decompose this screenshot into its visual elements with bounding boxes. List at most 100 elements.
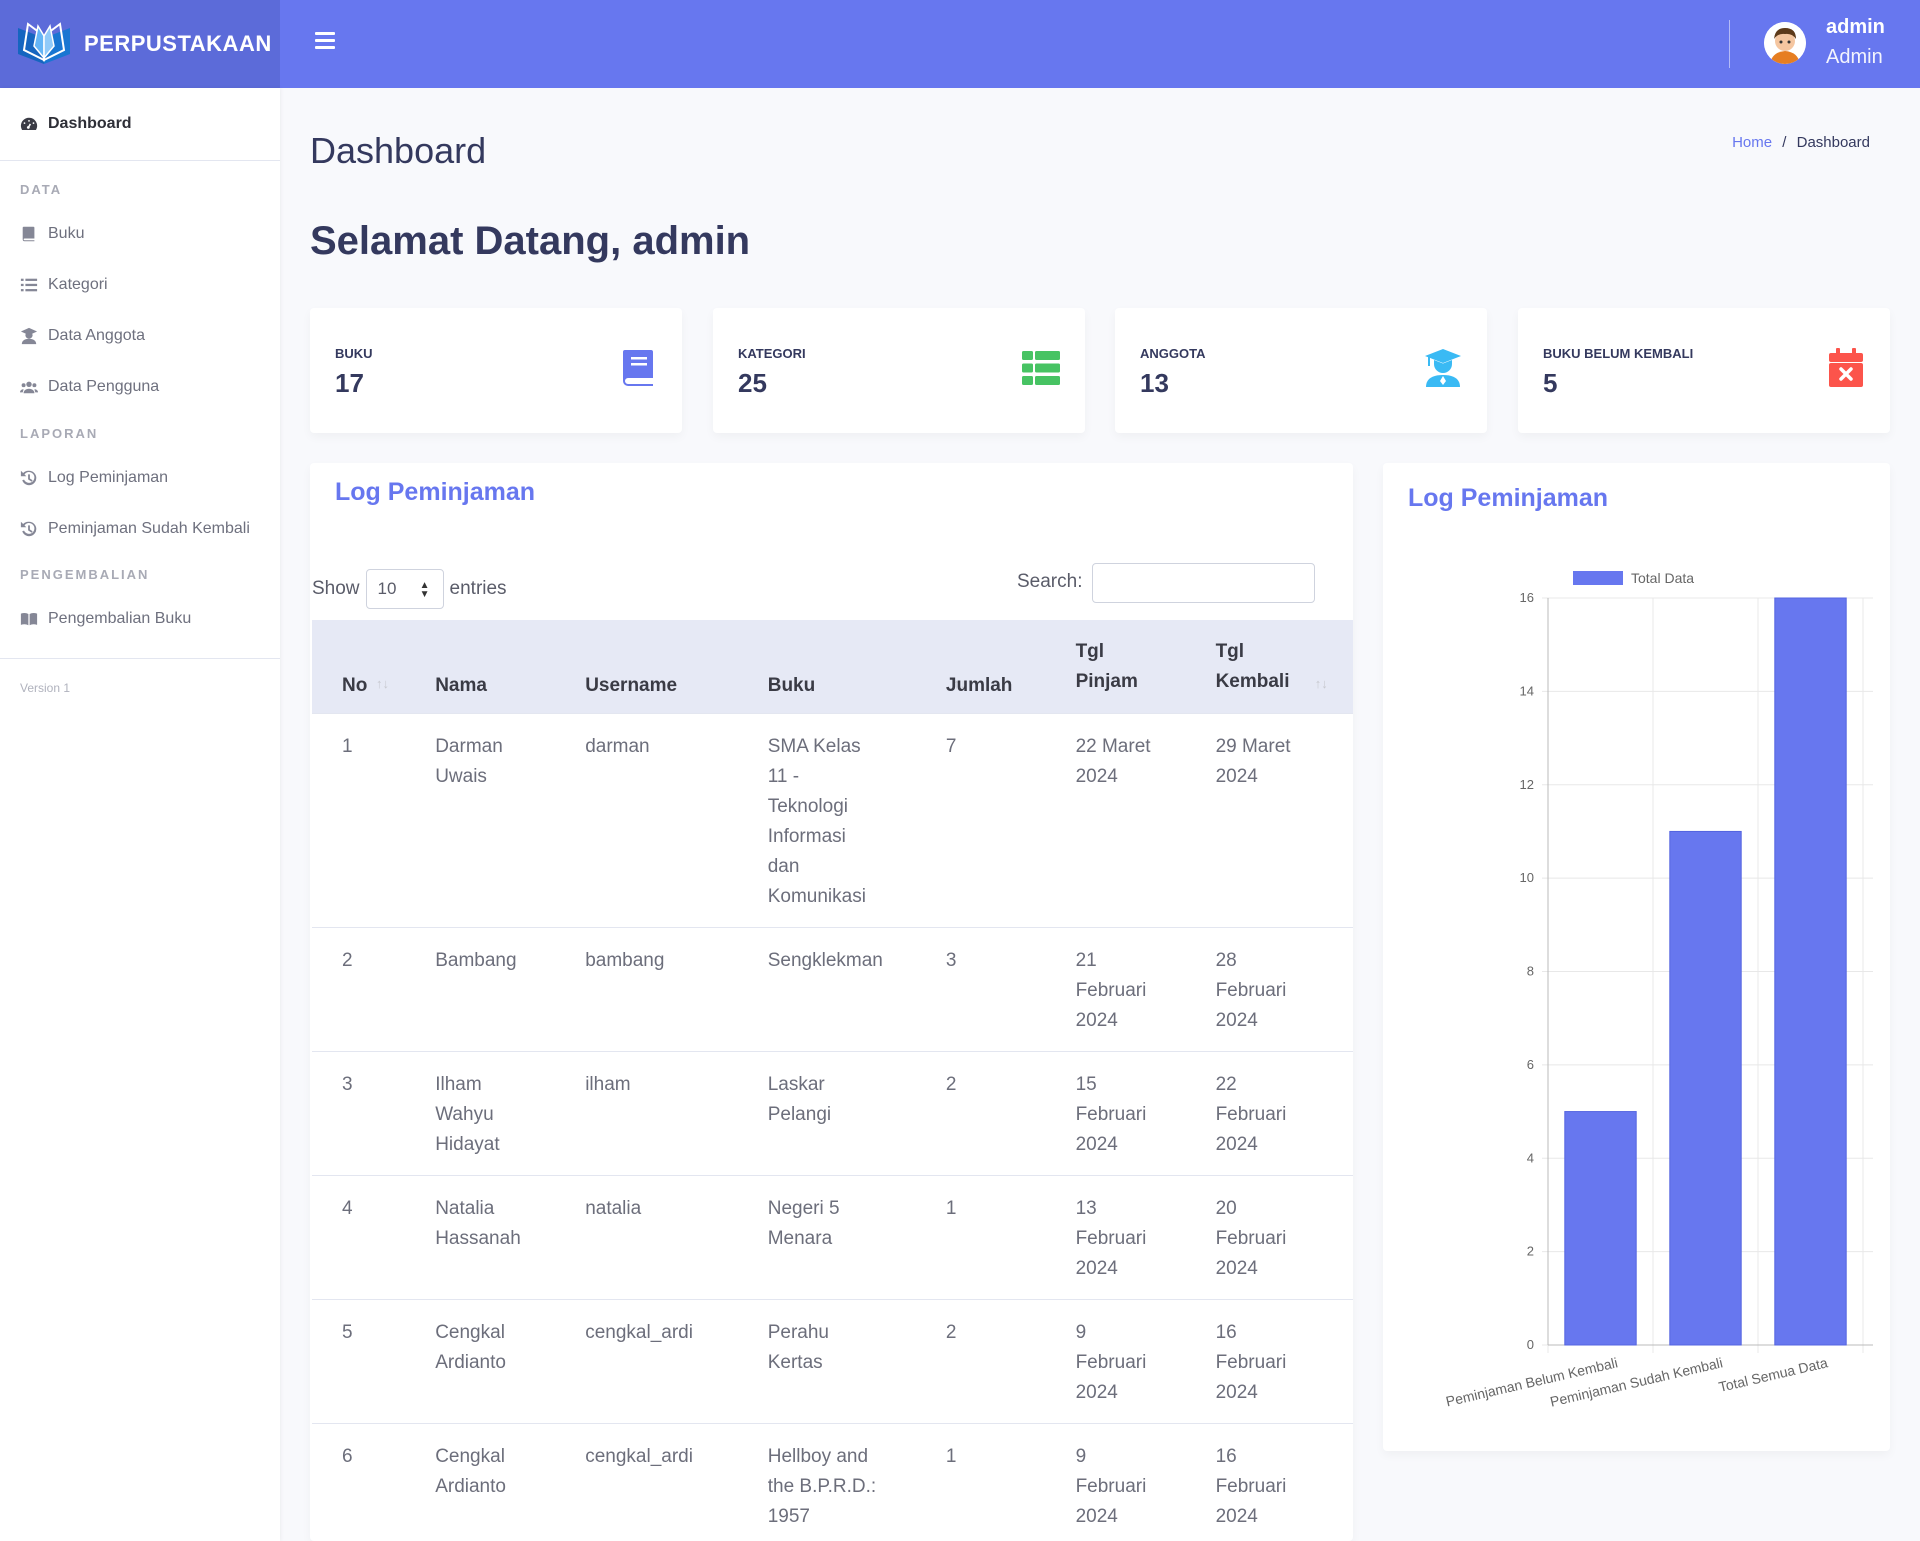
cell-jumlah-text: 1 [945, 1197, 957, 1219]
sidebar-item-label: Data Anggota [48, 327, 145, 344]
book-icon [22, 226, 35, 242]
sidebar-item-label: Dashboard [48, 115, 132, 132]
table-row[interactable]: 1 Darman Uwais darman SMA Kelas 11 - Teknol… [312, 712, 1353, 927]
stat-card-kategori[interactable]: KATEGORI 25 [713, 308, 1085, 433]
cell-no-text: 6 [342, 1445, 353, 1467]
brand-name: PERPUSTAKAAN [84, 31, 272, 56]
cell-nama: Darman Uwais [405, 712, 556, 927]
cell-jumlah: 2 [915, 1298, 1046, 1423]
cell-username-text: cengkal_ardi [585, 1321, 693, 1343]
cell-nama-text: Cengkal Ardianto [435, 1321, 506, 1373]
user-avatar[interactable] [1764, 22, 1806, 64]
sidebar-item-buku[interactable]: Buku [20, 225, 84, 243]
cell-jumlah: 1 [915, 1174, 1046, 1299]
table-row[interactable]: 4 Natalia Hassanah natalia Negeri 5 Menara 1… [312, 1174, 1353, 1299]
cell-nama: Cengkal Ardianto [405, 1422, 556, 1541]
cell-tgl-kembali-text: 22 Februari 2024 [1215, 1073, 1287, 1155]
column-header-buku[interactable]: Buku ↑↓ [738, 620, 1328, 713]
stat-value: 25 [738, 368, 767, 398]
book-icon [623, 350, 653, 386]
sidebar-item-peminjaman-sudah-kembali[interactable]: Peminjaman Sudah Kembali [20, 520, 250, 538]
sidebar-item-data-anggota[interactable]: Data Anggota [20, 327, 145, 345]
breadcrumb-separator: / [1782, 134, 1787, 151]
bar [1669, 830, 1742, 1346]
cell-jumlah-text: 2 [945, 1321, 957, 1343]
cell-tgl-kembali-text: 20 Februari 2024 [1215, 1197, 1287, 1279]
table-row[interactable]: 2 Bambang bambang Sengklekman 3 21 Februari 2… [312, 926, 1353, 1051]
stat-card-buku[interactable]: BUKU 17 [310, 308, 682, 433]
x-tick-label: Total Semua Data [1717, 1354, 1829, 1395]
cell-tgl-pinjam: 13 Februari 2024 [1045, 1174, 1186, 1299]
sidebar-item-label: Peminjaman Sudah Kembali [48, 520, 250, 537]
y-tick-label: 0 [1527, 1337, 1534, 1352]
table-body: 1 Darman Uwais darman SMA Kelas 11 - Teknol… [312, 712, 1353, 1541]
column-header-tgl-pinjam[interactable]: Tgl Pinjam↑↓ [1046, 620, 1186, 713]
cell-tgl-pinjam-text: 9 Februari 2024 [1075, 1445, 1147, 1527]
cell-tgl-kembali-text: 16 Februari 2024 [1215, 1445, 1287, 1527]
brand[interactable]: PERPUSTAKAAN [0, 0, 280, 88]
cell-username: cengkal_ardi [555, 1422, 738, 1541]
select-caret-icon: ▲ ▼ [419, 580, 430, 600]
table-header-row: No↑↓ Nama↑↓ Username↑↓ Buku↑↓ Jumlah↑↓ T… [312, 620, 1353, 713]
sidebar-item-data-pengguna[interactable]: Data Pengguna [20, 378, 159, 396]
cell-no: 4 [312, 1174, 406, 1299]
cell-buku-text: Hellboy and the B.P.R.D.: 1957 [767, 1445, 877, 1527]
cell-buku: SMA Kelas 11 - Teknologi Informasi dan K… [737, 712, 916, 927]
page-title: Dashboard [310, 130, 487, 171]
top-navbar: PERPUSTAKAAN admin Admin [0, 0, 1920, 88]
log-peminjaman-chart-card: Log Peminjaman 0 2 4 6 8 10 12 14 16 Peminjaman B… [1383, 463, 1890, 1451]
sidebar-item-dashboard[interactable]: Dashboard [20, 115, 132, 133]
y-tick-label: 6 [1527, 1057, 1534, 1072]
cell-no: 2 [312, 926, 406, 1051]
y-tick-label: 12 [1520, 777, 1534, 792]
user-name[interactable]: admin [1826, 16, 1885, 39]
cell-nama: Bambang [405, 926, 556, 1051]
cell-jumlah-text: 3 [945, 949, 957, 971]
column-header-jumlah[interactable]: Jumlah↑↓ [916, 620, 1046, 713]
stat-card-anggota[interactable]: ANGGOTA 13 [1115, 308, 1487, 433]
column-header-nama[interactable]: Nama ↑↓ [405, 620, 632, 713]
welcome-heading: Selamat Datang, admin [310, 219, 751, 263]
cell-username-text: natalia [585, 1197, 642, 1219]
stat-label: BUKU BELUM KEMBALI [1543, 346, 1694, 361]
sidebar-item-kategori[interactable]: Kategori [20, 276, 108, 294]
cell-no-text: 2 [342, 949, 353, 971]
y-tick-label: 16 [1520, 590, 1534, 605]
page-size-select[interactable]: 10 ▲ ▼ [365, 569, 444, 609]
bar [1774, 597, 1847, 1346]
cell-tgl-pinjam-text: 21 Februari 2024 [1075, 949, 1147, 1031]
sidebar-item-pengembalian-buku[interactable]: Pengembalian Buku [20, 610, 191, 628]
cell-buku: Hellboy and the B.P.R.D.: 1957 [737, 1422, 916, 1541]
table-row[interactable]: 6 Cengkal Ardianto cengkal_ardi Hellboy and… [312, 1422, 1353, 1541]
sidebar: Dashboard DATA Buku Kategori Data Anggot… [0, 88, 280, 1541]
breadcrumb-current: Dashboard [1796, 134, 1870, 151]
stat-label: BUKU [335, 346, 373, 361]
cell-username: cengkal_ardi [555, 1298, 738, 1423]
sidebar-item-log-peminjaman[interactable]: Log Peminjaman [20, 469, 168, 487]
cell-nama-text: Natalia Hassanah [435, 1197, 521, 1249]
column-header-tgl-kembali[interactable]: Tgl Kembali↑↓ [1186, 620, 1353, 713]
cell-tgl-kembali-text: 16 Februari 2024 [1215, 1321, 1287, 1403]
breadcrumb-home-link[interactable]: Home [1732, 134, 1772, 151]
open-book-logo-icon [18, 22, 70, 64]
table-row[interactable]: 5 Cengkal Ardianto cengkal_ardi Perahu Kert… [312, 1298, 1353, 1423]
column-header-no[interactable]: No ↑↓ [312, 620, 405, 713]
stat-card-buku-belum-kembali[interactable]: BUKU BELUM KEMBALI 5 [1518, 308, 1890, 433]
cell-buku: Sengklekman [737, 926, 916, 1051]
cell-jumlah: 7 [915, 712, 1046, 927]
cell-tgl-pinjam-text: 15 Februari 2024 [1075, 1073, 1147, 1155]
cell-username: ilham [555, 1050, 738, 1175]
cell-username-text: ilham [585, 1073, 631, 1095]
search-input[interactable] [1092, 563, 1315, 603]
sidebar-toggle-icon[interactable] [315, 32, 335, 50]
cell-tgl-kembali-text: 28 Februari 2024 [1215, 949, 1287, 1031]
cell-tgl-pinjam: 21 Februari 2024 [1045, 926, 1186, 1051]
column-header-username[interactable]: Username ↑↓ [555, 620, 966, 713]
cell-nama-text: Bambang [435, 949, 517, 971]
cell-tgl-pinjam: 22 Maret 2024 [1045, 712, 1186, 927]
y-tick-label: 14 [1520, 683, 1534, 698]
calendar-x-icon [1829, 348, 1863, 387]
table-row[interactable]: 3 Ilham Wahyu Hidayat ilham Laskar Pelangi 2… [312, 1050, 1353, 1175]
sidebar-item-label: Buku [48, 225, 85, 242]
cell-tgl-pinjam-text: 13 Februari 2024 [1075, 1197, 1147, 1279]
